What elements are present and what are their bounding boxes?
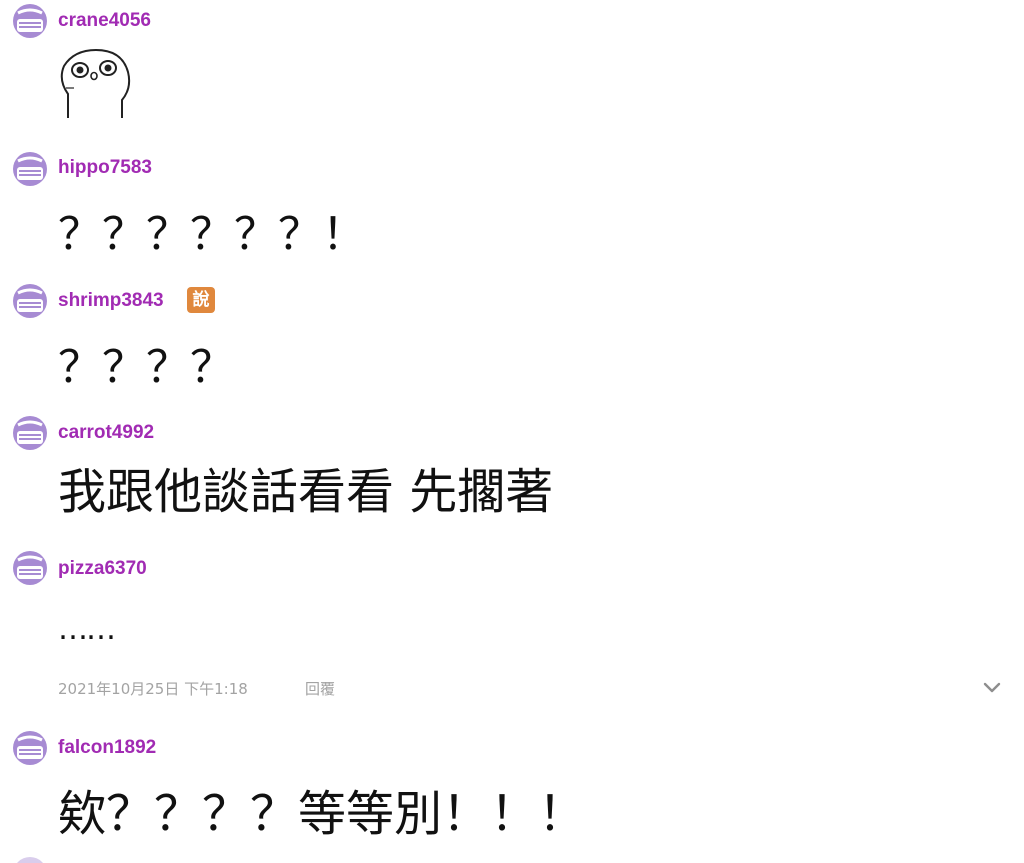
chevron-down-icon[interactable]: [982, 680, 1002, 694]
avatar[interactable]: [13, 152, 47, 186]
comment-timestamp: 2021年10月25日 下午1:18: [58, 680, 248, 698]
username[interactable]: hippo7583: [58, 157, 152, 179]
avatar[interactable]: [13, 416, 47, 450]
reply-button[interactable]: 回覆: [305, 679, 335, 699]
author-badge: 說: [187, 287, 215, 313]
username[interactable]: falcon1892: [58, 737, 156, 759]
avatar[interactable]: [13, 857, 47, 863]
username[interactable]: pizza6370: [58, 558, 147, 580]
avatar[interactable]: [13, 731, 47, 765]
avatar[interactable]: [13, 284, 47, 318]
username[interactable]: shrimp3843: [58, 290, 164, 312]
comment-text: ……: [58, 612, 116, 647]
avatar[interactable]: [13, 551, 47, 585]
ghost-face-sticker: [52, 44, 136, 120]
username[interactable]: crane4056: [58, 10, 151, 32]
comment-text: 我跟他談話看看 先擱著: [58, 464, 554, 520]
comment-text: 欸？？？？等等別！！！: [58, 786, 587, 842]
avatar[interactable]: [13, 4, 47, 38]
comment-text: ？？？？？？！: [58, 209, 366, 260]
username[interactable]: carrot4992: [58, 422, 154, 444]
comment-text: ？？？？: [58, 342, 234, 393]
